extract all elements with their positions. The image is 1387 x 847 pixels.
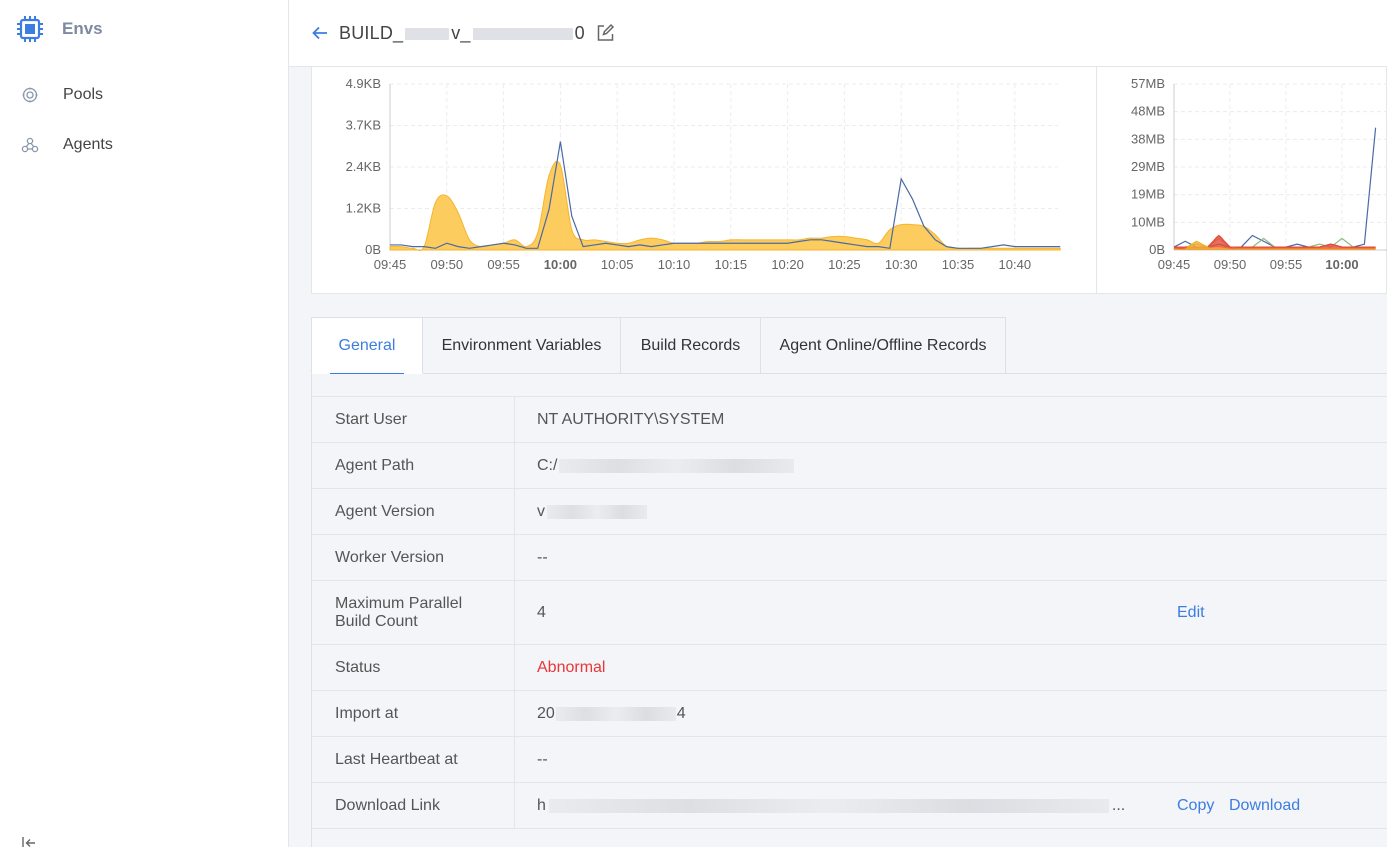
x-tick-label: 10:30 (885, 257, 918, 272)
status-label: Status (312, 645, 515, 690)
tab-agent-online-offline-records[interactable]: Agent Online/Offline Records (761, 317, 1006, 374)
page-header: BUILD_ v_ 0 (289, 0, 1387, 67)
x-tick-label: 10:20 (771, 257, 804, 272)
chip-icon (17, 16, 43, 42)
sidebar: Envs Pools Agents (0, 0, 289, 847)
tab-general[interactable]: General (311, 317, 423, 374)
table-row: Agent Path C:/ (312, 443, 1387, 489)
x-tick-label: 10:25 (828, 257, 861, 272)
x-tick-label: 09:55 (487, 257, 520, 272)
y-tick-label: 48MB (1131, 104, 1165, 119)
x-tick-label: 10:40 (999, 257, 1032, 272)
table-row: Last Heartbeat at -- (312, 737, 1387, 783)
memory-chart-card: 57MB 48MB 38MB 29MB 19MB 10MB 0B 09:45 09:50 09:5… (1096, 67, 1387, 294)
agent-name-prefix: BUILD_ (339, 22, 404, 43)
edit-icon[interactable] (595, 23, 615, 43)
table-row: Start User NT AUTHORITY\SYSTEM (312, 397, 1387, 443)
agent-name: BUILD_ v_ 0 (339, 23, 585, 44)
sidebar-item-agents[interactable]: Agents (20, 135, 113, 155)
x-tick-label: 09:50 (431, 257, 464, 272)
y-tick-label: 10MB (1131, 214, 1165, 229)
x-tick-label: 10:10 (658, 257, 691, 272)
table-row: Status Abnormal (312, 645, 1387, 691)
pool-icon (20, 85, 40, 105)
main-content: BUILD_ v_ 0 4.9KB 3.7KB 2.4KB 1.2KB 0B 09:45 09:… (289, 0, 1387, 847)
table-row: Import at 20 4 (312, 691, 1387, 737)
max-parallel-label-line1: Maximum Parallel (335, 594, 463, 612)
series-area (389, 160, 1061, 251)
series-area (1174, 241, 1376, 250)
series-line (1173, 127, 1377, 248)
network-chart: 4.9KB 3.7KB 2.4KB 1.2KB 0B09:45 09:50 09:55 10:… (346, 76, 1061, 272)
x-tick-label: 10:05 (601, 257, 634, 272)
import-at-label: Import at (312, 691, 515, 736)
import-at-value-end: 4 (676, 704, 686, 722)
y-tick-label: 57MB (1131, 76, 1165, 91)
brand-title: Envs (62, 19, 103, 38)
y-tick-label: 38MB (1131, 131, 1165, 146)
x-tick-label: 10:00 (544, 257, 577, 272)
general-panel: Start User NT AUTHORITY\SYSTEM Agent Pat… (311, 374, 1387, 847)
y-tick-label: 4.9KB (346, 76, 381, 91)
y-tick-label: 1.2KB (346, 201, 381, 216)
tab-build-records[interactable]: Build Records (621, 317, 761, 374)
worker-version-value: -- (537, 548, 548, 566)
agent-name-suffix: 0 (574, 22, 585, 43)
download-link-value-start: h (537, 796, 546, 814)
agent-info-table: Start User NT AUTHORITY\SYSTEM Agent Pat… (312, 396, 1387, 829)
last-heartbeat-label: Last Heartbeat at (312, 737, 515, 782)
download-link-value-end: ... (1111, 796, 1126, 814)
copy-link-button[interactable]: Copy (1177, 797, 1214, 815)
max-parallel-label: Maximum Parallel Build Count (312, 581, 515, 644)
x-tick-label: 09:45 (1158, 257, 1191, 272)
agents-icon (20, 135, 40, 155)
worker-version-label: Worker Version (312, 535, 515, 580)
agent-version-label: Agent Version (312, 489, 515, 534)
status-badge: Abnormal (537, 658, 606, 676)
table-row: Agent Version v (312, 489, 1387, 535)
edit-parallel-button[interactable]: Edit (1177, 604, 1205, 622)
sidebar-item-label: Pools (63, 86, 104, 103)
series-line (390, 141, 1061, 249)
download-button[interactable]: Download (1229, 797, 1300, 815)
y-tick-label: 3.7KB (346, 118, 381, 133)
agent-path-value: C:/ (537, 456, 558, 474)
network-chart-card: 4.9KB 3.7KB 2.4KB 1.2KB 0B 09:45 09:50 09:55 10:… (311, 67, 1097, 294)
tab-environment-variables[interactable]: Environment Variables (423, 317, 621, 374)
download-link-label: Download Link (312, 783, 515, 828)
max-parallel-label-line2: Build Count (335, 612, 418, 630)
agent-path-label: Agent Path (312, 443, 515, 488)
memory-chart: 57MB 48MB 38MB 29MB 19MB 10MB 0B09:45 09:50 09:5… (1131, 76, 1387, 272)
tab-bar: General Environment Variables Build Reco… (311, 317, 1006, 374)
brand[interactable]: Envs (16, 14, 103, 44)
table-row: Worker Version -- (312, 535, 1387, 581)
x-tick-label: 10:00 (1325, 257, 1358, 272)
agent-version-value: v (537, 502, 545, 520)
x-tick-label: 09:45 (374, 257, 407, 272)
sidebar-item-label: Agents (63, 136, 113, 153)
x-tick-label: 09:50 (1214, 257, 1247, 272)
back-arrow-icon[interactable] (311, 24, 329, 42)
table-row: Maximum Parallel Build Count 4 Edit (312, 581, 1387, 645)
start-user-label: Start User (312, 397, 515, 442)
max-parallel-value: 4 (537, 603, 546, 621)
y-tick-label: 29MB (1131, 159, 1165, 174)
agent-name-mid: v_ (451, 22, 471, 43)
y-tick-label: 0B (365, 242, 381, 257)
table-row: Download Link h ... Copy Download (312, 783, 1387, 829)
collapse-sidebar-icon[interactable] (22, 836, 38, 847)
sidebar-item-pools[interactable]: Pools (20, 85, 103, 105)
y-tick-label: 0B (1149, 242, 1165, 257)
x-tick-label: 09:55 (1270, 257, 1303, 272)
start-user-value: NT AUTHORITY\SYSTEM (537, 410, 725, 428)
x-tick-label: 10:15 (715, 257, 748, 272)
y-tick-label: 2.4KB (346, 159, 381, 174)
x-tick-label: 10:35 (942, 257, 975, 272)
import-at-value-start: 20 (537, 704, 555, 722)
y-tick-label: 19MB (1131, 187, 1165, 202)
last-heartbeat-value: -- (537, 750, 548, 768)
